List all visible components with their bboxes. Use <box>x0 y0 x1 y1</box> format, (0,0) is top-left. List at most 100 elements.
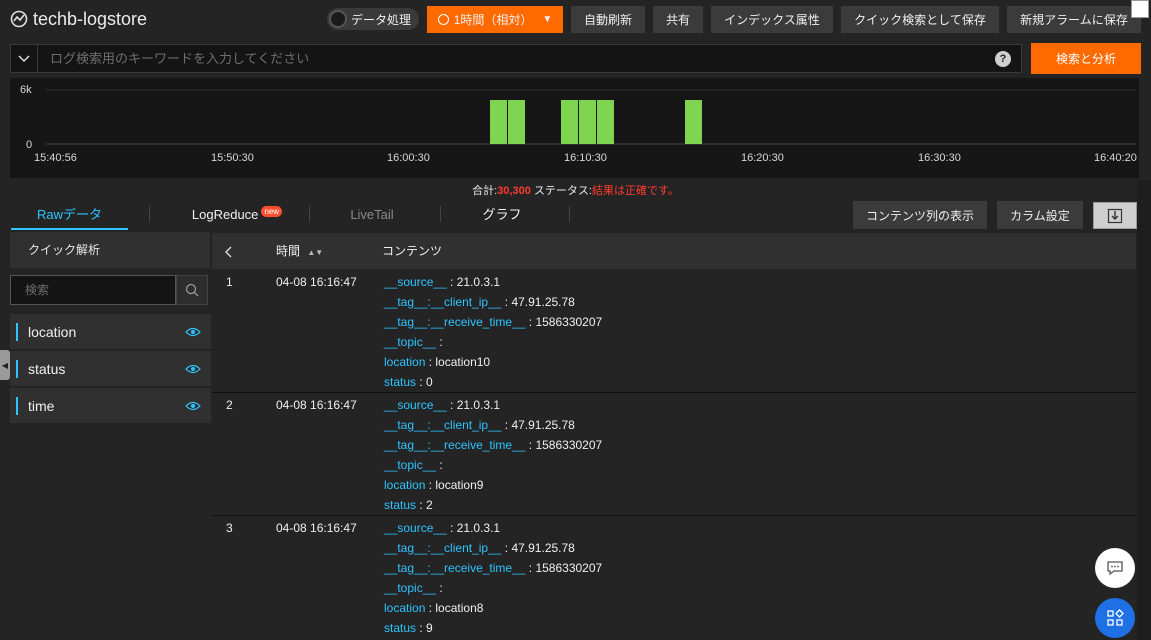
field-key[interactable]: __tag__:__receive_time__ <box>384 438 525 452</box>
total-label: 合計: <box>472 185 498 197</box>
toggle-knob <box>329 10 347 28</box>
field-label: status <box>28 360 66 377</box>
histogram-bar[interactable] <box>579 100 596 144</box>
field-value[interactable]: 21.0.3.1 <box>457 521 500 535</box>
x-axis-label: 15:50:30 <box>211 152 254 164</box>
field-separator: : <box>425 478 436 492</box>
histogram-bar[interactable] <box>508 100 525 144</box>
field-marker <box>16 322 18 341</box>
field-value[interactable]: 1586330207 <box>535 438 602 452</box>
field-key[interactable]: __topic__ <box>384 458 436 472</box>
field-separator: : <box>416 375 427 389</box>
log-field: location : location10 <box>384 352 490 372</box>
data-processing-label: データ処理 <box>351 12 412 27</box>
row-index: 1 <box>226 275 233 289</box>
x-axis-label: 16:00:30 <box>387 152 430 164</box>
field-marker <box>16 396 18 415</box>
field-key[interactable]: location <box>384 601 425 615</box>
histogram-bar[interactable] <box>685 100 702 144</box>
field-key[interactable]: __tag__:__client_ip__ <box>384 541 501 555</box>
time-column-header[interactable]: 時間 ▲▼ <box>276 233 323 269</box>
log-field: __topic__ : <box>384 578 443 598</box>
field-key[interactable]: __tag__:__client_ip__ <box>384 418 501 432</box>
data-processing-toggle[interactable]: データ処理 <box>327 8 420 30</box>
field-key[interactable]: __source__ <box>384 275 447 289</box>
field-value[interactable]: 47.91.25.78 <box>511 295 574 309</box>
window-corner-box[interactable] <box>1131 0 1149 18</box>
log-table-header <box>212 233 1136 269</box>
field-key[interactable]: location <box>384 478 425 492</box>
field-key[interactable]: status <box>384 498 416 512</box>
show-content-column-button[interactable]: コンテンツ列の表示 <box>853 201 987 229</box>
tab-divider <box>309 206 310 222</box>
eye-icon[interactable] <box>185 401 201 411</box>
field-value[interactable]: 1586330207 <box>535 561 602 575</box>
field-separator: : <box>446 398 457 412</box>
field-value[interactable]: location10 <box>435 355 490 369</box>
field-key[interactable]: __tag__:__receive_time__ <box>384 561 525 575</box>
field-key[interactable]: __source__ <box>384 521 447 535</box>
field-key[interactable]: location <box>384 355 425 369</box>
search-analyze-button[interactable]: 検索と分析 <box>1031 43 1141 74</box>
status-value: 結果は正確です。 <box>591 185 679 197</box>
field-key[interactable]: __topic__ <box>384 581 436 595</box>
x-axis-label: 16:30:30 <box>918 152 961 164</box>
field-filter-input[interactable]: 検索 <box>10 275 176 305</box>
histogram-bar[interactable] <box>490 100 507 144</box>
field-value[interactable]: 2 <box>426 498 433 512</box>
field-key[interactable]: __tag__:__client_ip__ <box>384 295 501 309</box>
log-field: __source__ : 21.0.3.1 <box>384 272 500 292</box>
download-icon <box>1107 208 1123 223</box>
tab-graph[interactable]: グラフ <box>460 200 544 230</box>
field-key[interactable]: status <box>384 621 416 635</box>
field-key[interactable]: __source__ <box>384 398 447 412</box>
index-attributes-button[interactable]: インデックス属性 <box>711 6 833 33</box>
field-key[interactable]: __tag__:__receive_time__ <box>384 315 525 329</box>
histogram-bar[interactable] <box>561 100 578 144</box>
field-item-location[interactable]: location <box>10 314 211 350</box>
field-separator: : <box>501 541 512 555</box>
log-field: __tag__:__receive_time__ : 1586330207 <box>384 558 602 578</box>
field-value[interactable]: 1586330207 <box>535 315 602 329</box>
field-value[interactable]: 9 <box>426 621 433 635</box>
field-filter-search-button[interactable] <box>176 275 208 305</box>
tab-logreduce[interactable]: LogReduce new <box>175 200 299 230</box>
field-key[interactable]: status <box>384 375 416 389</box>
help-icon[interactable]: ? <box>995 51 1011 67</box>
collapse-columns-button[interactable] <box>225 233 239 269</box>
field-item-status[interactable]: status <box>10 351 211 387</box>
field-separator: : <box>525 561 536 575</box>
field-value[interactable]: 47.91.25.78 <box>511 541 574 555</box>
time-range-dropdown[interactable]: 1時間（相対） ▼ <box>427 6 563 33</box>
download-button[interactable] <box>1093 202 1137 229</box>
column-settings-button[interactable]: カラム設定 <box>997 201 1083 229</box>
tab-livetail[interactable]: LiveTail <box>330 200 414 230</box>
apps-menu-button[interactable] <box>1095 598 1135 638</box>
tab-raw-data[interactable]: Rawデータ <box>11 200 128 230</box>
scrollbar[interactable] <box>1137 180 1151 640</box>
collapse-panel-handle[interactable]: ◀ <box>0 350 10 380</box>
chat-support-button[interactable] <box>1095 548 1135 588</box>
status-label: ステータス: <box>533 185 592 197</box>
histogram-bar[interactable] <box>597 100 614 144</box>
field-item-time[interactable]: time <box>10 388 211 424</box>
field-value[interactable]: 21.0.3.1 <box>457 275 500 289</box>
query-mode-dropdown[interactable] <box>10 44 38 73</box>
field-value[interactable]: location9 <box>435 478 483 492</box>
save-quick-search-button[interactable]: クイック検索として保存 <box>841 6 999 33</box>
tab-divider <box>149 206 150 222</box>
field-value[interactable]: 21.0.3.1 <box>457 398 500 412</box>
field-key[interactable]: __topic__ <box>384 335 436 349</box>
field-value[interactable]: location8 <box>435 601 483 615</box>
sort-icon[interactable]: ▲▼ <box>307 248 323 257</box>
tab-logreduce-label: LogReduce <box>191 207 259 222</box>
eye-icon[interactable] <box>185 364 201 374</box>
field-separator: : <box>436 581 443 595</box>
field-value[interactable]: 0 <box>426 375 433 389</box>
save-as-alarm-button[interactable]: 新規アラームに保存 <box>1007 6 1141 33</box>
share-button[interactable]: 共有 <box>653 6 703 33</box>
field-value[interactable]: 47.91.25.78 <box>511 418 574 432</box>
log-field: location : location9 <box>384 475 483 495</box>
auto-refresh-button[interactable]: 自動刷新 <box>571 6 645 33</box>
eye-icon[interactable] <box>185 327 201 337</box>
